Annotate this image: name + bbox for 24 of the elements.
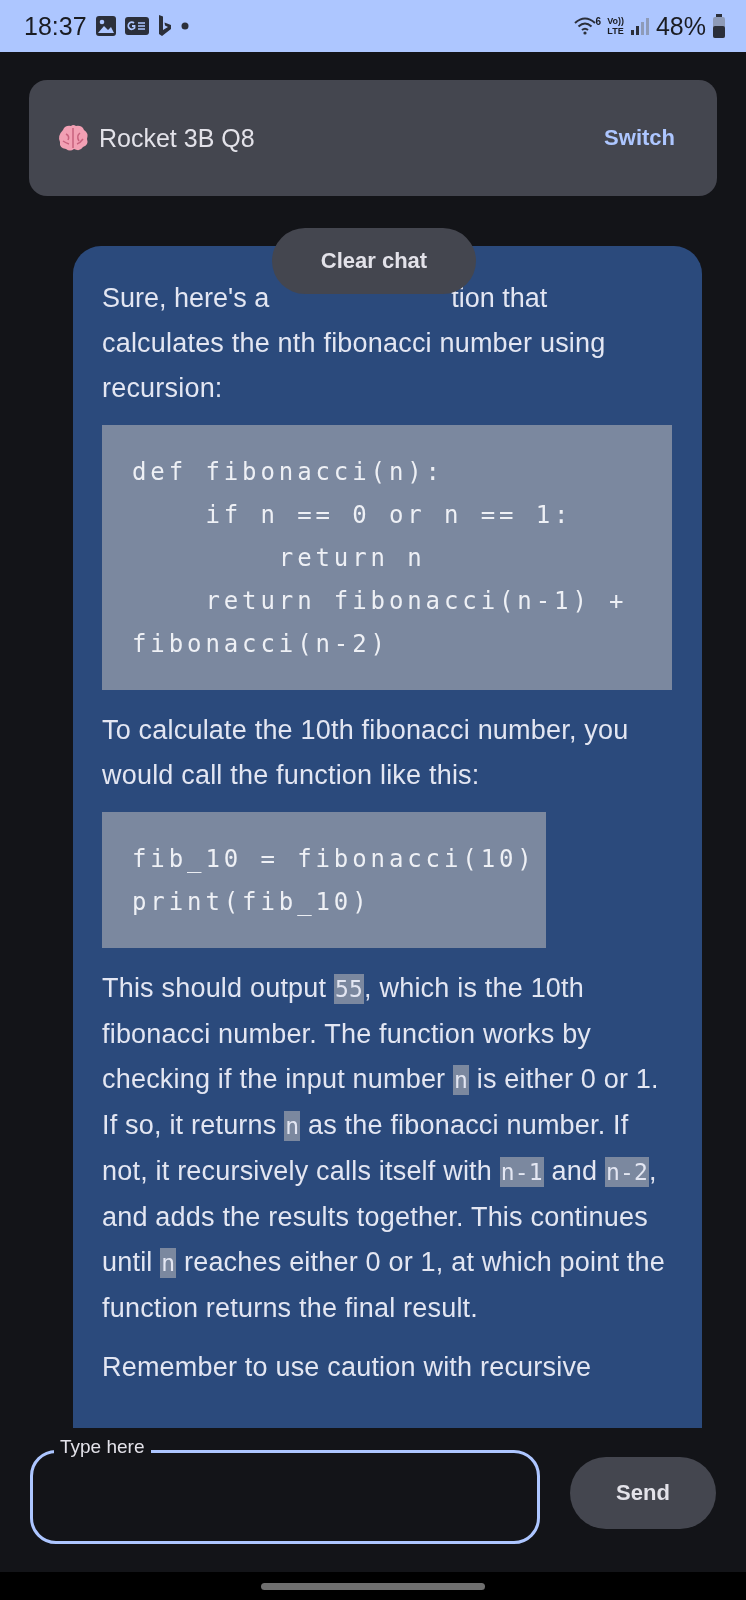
battery-icon [712, 14, 726, 38]
battery-percent: 48% [655, 11, 706, 41]
message-text: calculates the nth fibonacci number using recursion: [102, 327, 607, 405]
wifi-icon [573, 16, 596, 36]
brain-icon [57, 124, 89, 152]
code-block: fib_10 = fibonacci(10) print(fib_10) [102, 812, 546, 948]
network-label: LTE [607, 26, 624, 36]
b-shape-icon [156, 14, 173, 38]
switch-button[interactable]: Switch [598, 119, 681, 157]
model-name: Rocket 3B Q8 [99, 123, 256, 153]
status-time: 18:37 [24, 11, 87, 41]
code-block: def fibonacci(n): if n == 0 or n == 1: return n return fibonacci(n-1) + fibonacci(n-2) [102, 425, 672, 690]
dot-icon [180, 22, 189, 30]
home-handle[interactable] [261, 1582, 485, 1590]
network-label: Vo)) [607, 16, 624, 26]
message-text: To calculate the 10th fibonacci number, you would call the function like this: [102, 714, 630, 792]
wifi-label: 6 [595, 16, 602, 27]
message-text: This should output 55, which is the 10th fibonacci number. The function works by checking if the input number n is either 0 or 1. If so, it returns n as the fibonacci number. If not, it recursively calls itself with n-1 and n-2, and adds the results together. This continues until n reaches either 0 or 1, at which point the function returns the final result. [102, 972, 666, 1325]
signal-icon [629, 16, 650, 36]
message-text: Sure, here's a [102, 282, 270, 315]
message-text: Remember to use caution with recursive [102, 1351, 593, 1384]
send-button[interactable]: Send [570, 1457, 716, 1529]
image-icon [94, 15, 117, 37]
app-icon [124, 17, 149, 35]
